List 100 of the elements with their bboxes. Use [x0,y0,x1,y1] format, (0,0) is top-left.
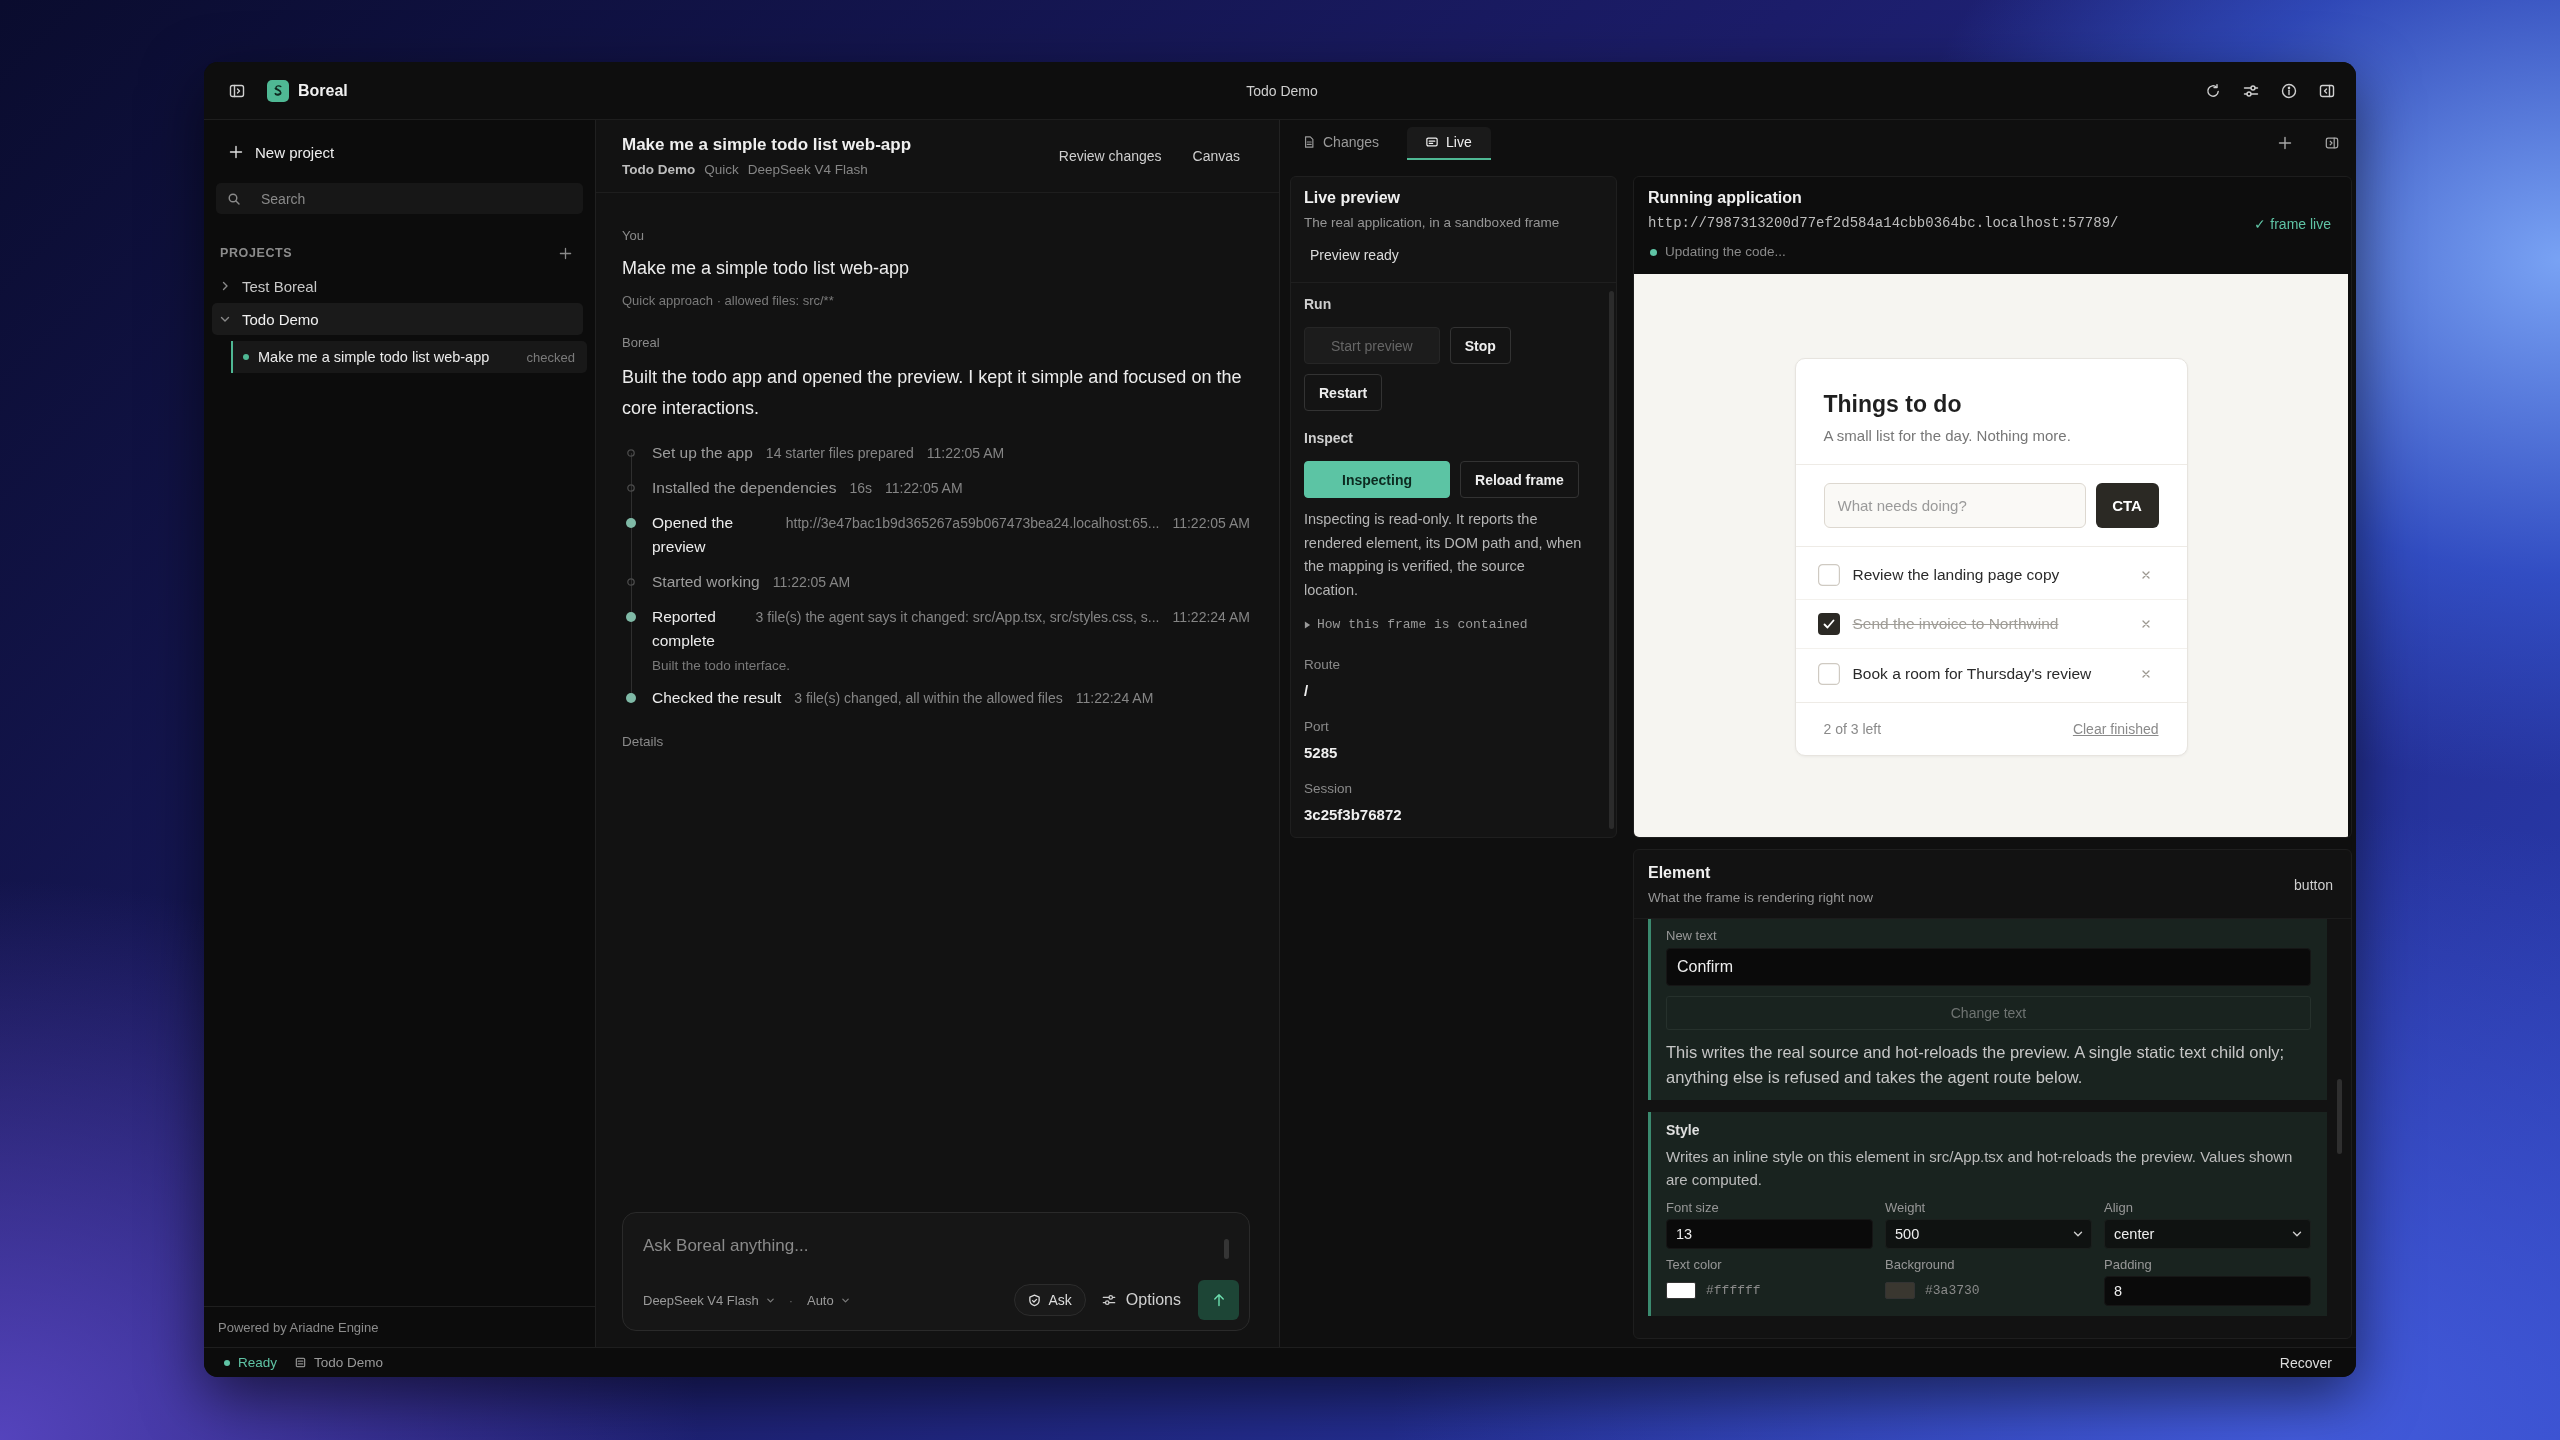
tab[interactable]: Live [1407,126,1491,160]
text-input[interactable]: Confirm [1666,948,2311,986]
message-composer[interactable]: Ask Boreal anything... DeepSeek V4 Flash · Auto Ask Options [622,1212,1250,1331]
search-field[interactable]: Search [216,183,583,214]
chevron-down-icon [2073,1229,2083,1239]
tab[interactable]: Changes [1284,126,1399,160]
inspect-toggle-button[interactable]: Inspecting [1304,461,1450,498]
field-label: Padding [2104,1256,2153,1273]
step-time: 11:22:05 AM [772,574,851,590]
close-icon[interactable] [2140,570,2151,580]
info-icon[interactable] [2281,82,2297,99]
shield-icon [1027,1293,1041,1307]
disclosure-toggle[interactable]: How this frame is contained [1304,616,1528,634]
scrollbar-thumb[interactable] [2336,1079,2342,1154]
ask-button[interactable]: Ask [1013,1284,1086,1316]
details-link[interactable]: Details [622,734,664,749]
step-time: 11:22:05 AM [926,445,1005,461]
restart-button[interactable]: Restart [1304,374,1383,411]
step-detail: 3 file(s) the agent says it changed: src/App.tsx, src/styles.css, s... [755,609,1160,625]
field-label: Align [2104,1199,2134,1216]
refresh-icon[interactable] [2205,82,2221,99]
todo-subtitle: A small list for the day. Nothing more. [1823,426,2072,446]
task-status: checked [526,349,575,365]
window-icon [1426,136,1439,148]
status-text: Ready [238,1355,278,1370]
todo-text: Review the landing page copy [1852,566,2061,584]
style-select[interactable]: center [2104,1219,2311,1249]
canvas-button[interactable]: Canvas [1192,148,1240,164]
color-swatch-icon[interactable] [1666,1281,1696,1299]
new-project-button[interactable]: New project [216,136,583,168]
timeline-ring-icon [627,449,635,457]
meta-label: Todo Demo [622,160,696,179]
message-author: Boreal [622,334,661,352]
logo-icon [267,79,289,102]
app-url: http://7987313200d77ef2d584a14cbb0364bc.localhost:57789/ [1648,214,2120,233]
step-title: Started working [652,572,760,592]
card-title: Element [1648,863,1712,883]
stop-button[interactable]: Stop [1449,327,1511,364]
footer-text: Powered by Ariadne Engine [218,1319,379,1335]
cta-button[interactable]: CTA [2095,483,2159,528]
step-title: Opened the preview [652,513,734,557]
plus-icon[interactable] [2278,136,2292,150]
status-dot-icon [1650,248,1657,256]
step-title: Set up the app [652,443,753,463]
separator-dot: · [788,1292,793,1308]
project-name: Todo Demo [314,1355,384,1370]
reload-frame-button[interactable]: Reload frame [1460,461,1579,498]
style-select[interactable]: 500 [1885,1219,2092,1249]
checkbox[interactable] [1817,662,1840,685]
section-title: PROJECTS [220,246,293,260]
message-text: Make me a simple todo list web-app [622,257,911,280]
plus-icon[interactable] [559,246,572,260]
section-label: Run [1304,295,1333,313]
document-icon [1303,136,1315,148]
message-input[interactable]: Ask Boreal anything... [643,1225,1224,1269]
step-time: 11:22:24 AM [1172,609,1250,625]
send-button[interactable] [1198,1280,1239,1320]
list-icon [295,1357,307,1368]
close-icon[interactable] [2140,619,2151,629]
todo-text: Book a room for Thursday's review [1852,664,2093,683]
scrollbar-thumb[interactable] [1224,1239,1229,1259]
timeline-dot-icon [626,693,636,703]
field-label: Background [1885,1256,1956,1273]
field-label: Session [1304,780,1354,798]
project-item[interactable]: Todo Demo [212,303,583,335]
search-input[interactable]: Search [261,190,583,207]
checkbox[interactable] [1817,564,1840,586]
items-left-count: 2 of 3 left [1823,721,1882,737]
color-swatch-icon[interactable] [1885,1281,1915,1299]
options-button[interactable]: Options [1101,1291,1181,1309]
field-label: Weight [1885,1199,1927,1216]
model-select[interactable]: DeepSeek V4 Flash [643,1292,775,1308]
meta-label: Quick [704,160,739,179]
element-tag: button [2294,875,2333,895]
preview-status: Preview ready [1309,246,1400,265]
review-changes-button[interactable]: Review changes [1058,148,1162,164]
checkbox[interactable] [1817,613,1840,635]
field-label: Text color [1666,1256,1723,1273]
conversation-title: Make me a simple todo list web-app [622,133,913,156]
todo-input[interactable]: What needs doing? [1823,483,2086,528]
recover-button[interactable]: Recover [2279,1354,2332,1371]
timeline-dot-icon [626,612,636,622]
app-name: Boreal [298,81,348,100]
style-input[interactable]: 13 [1666,1219,1873,1249]
clear-finished-link[interactable]: Clear finished [2072,721,2159,737]
close-icon[interactable] [2140,668,2151,679]
sidebar-toggle-icon[interactable] [229,82,245,99]
mode-select[interactable]: Auto [806,1292,850,1308]
style-input[interactable]: 8 [2104,1276,2311,1306]
field-value: / [1304,681,1310,701]
panel-toggle-icon[interactable] [2319,82,2335,99]
todo-title: Things to do [1823,390,1963,419]
color-value: #ffffff [1706,1282,1761,1298]
card-title: Live preview [1304,188,1402,208]
project-item[interactable]: Test Boreal [212,270,583,302]
section-title: Style [1666,1121,1701,1140]
sliders-icon[interactable] [2243,82,2259,99]
panel-toggle-icon[interactable] [2325,136,2339,150]
task-item[interactable]: Make me a simple todo list web-app checked [231,341,587,373]
field-label: Port [1304,718,1330,736]
